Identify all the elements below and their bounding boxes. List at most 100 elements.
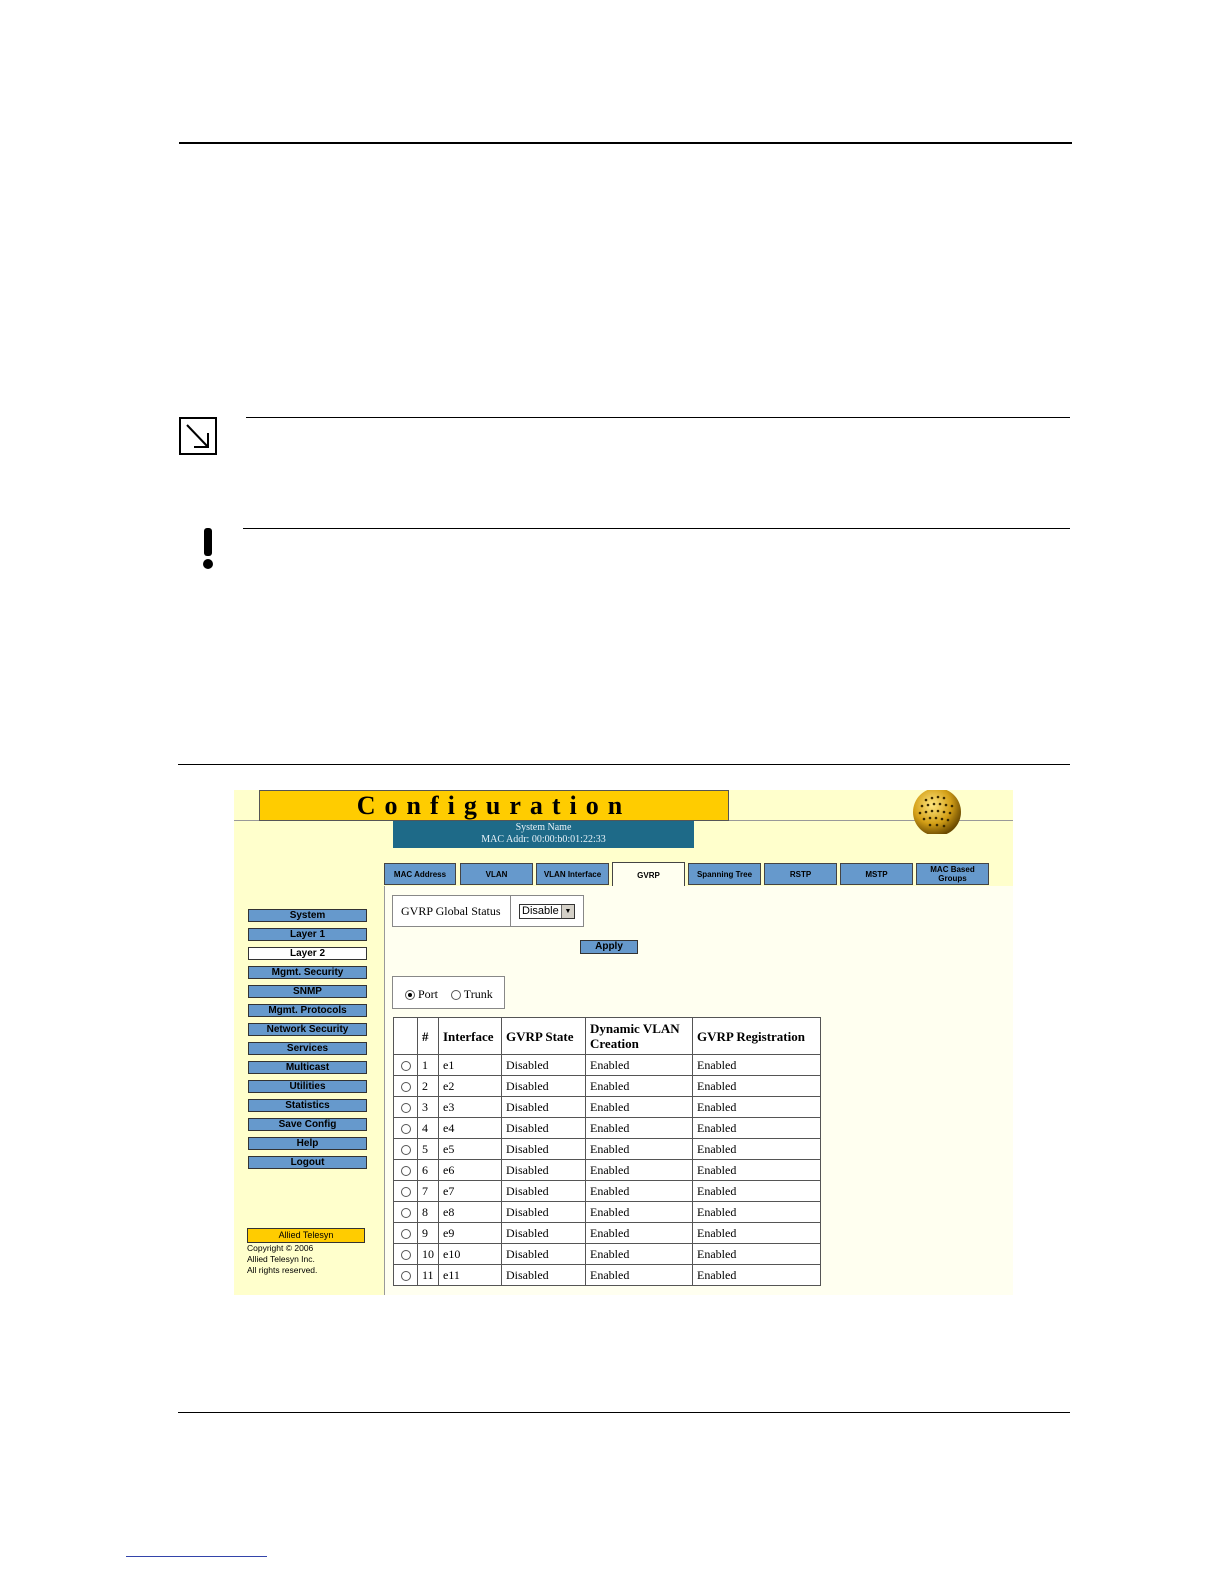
row-select-cell	[393, 1054, 418, 1076]
row-interface: e3	[438, 1096, 502, 1118]
row-gvrp-state: Disabled	[501, 1117, 586, 1139]
sidebar-item-statistics[interactable]: Statistics	[248, 1099, 367, 1112]
header-select	[393, 1017, 418, 1055]
table-row[interactable]: 2 e2 Disabled Enabled Enabled	[393, 1075, 821, 1097]
trunk-label: Trunk	[463, 987, 493, 1001]
row-dynamic-vlan-creation: Enabled	[585, 1054, 693, 1076]
row-interface: e8	[438, 1201, 502, 1223]
sidebar-item-system[interactable]: System	[248, 909, 367, 922]
sidebar-item-mgmt-protocols[interactable]: Mgmt. Protocols	[248, 1004, 367, 1017]
row-number: 5	[417, 1138, 439, 1160]
sidebar-item-layer1[interactable]: Layer 1	[248, 928, 367, 941]
sidebar-item-utilities[interactable]: Utilities	[248, 1080, 367, 1093]
gvrp-global-status-value: Disable	[522, 905, 559, 917]
port-label: Port	[418, 987, 439, 1001]
row-radio[interactable]	[400, 1165, 411, 1176]
tab-gvrp[interactable]: GVRP	[612, 862, 685, 887]
apply-button[interactable]: Apply	[580, 940, 638, 954]
table-row[interactable]: 11 e11 Disabled Enabled Enabled	[393, 1264, 821, 1286]
sidebar-item-multicast[interactable]: Multicast	[248, 1061, 367, 1074]
system-name: System Name	[515, 822, 572, 833]
sidebar-item-snmp[interactable]: SNMP	[248, 985, 367, 998]
row-radio[interactable]	[400, 1060, 411, 1071]
tab-vlan-interface[interactable]: VLAN Interface	[536, 863, 609, 885]
row-radio[interactable]	[400, 1270, 411, 1281]
table-row[interactable]: 3 e3 Disabled Enabled Enabled	[393, 1096, 821, 1118]
table-row[interactable]: 9 e9 Disabled Enabled Enabled	[393, 1222, 821, 1244]
sidebar-item-layer2[interactable]: Layer 2	[248, 947, 367, 960]
bottom-link-underline	[126, 1556, 267, 1557]
row-dynamic-vlan-creation: Enabled	[585, 1117, 693, 1139]
tab-mac-address[interactable]: MAC Address	[384, 863, 456, 885]
row-gvrp-state: Disabled	[501, 1180, 586, 1202]
gvrp-global-status-box: GVRP Global Status Disable ▼	[392, 895, 584, 927]
tab-rstp[interactable]: RSTP	[764, 863, 837, 885]
tab-mstp[interactable]: MSTP	[840, 863, 913, 885]
table-row[interactable]: 7 e7 Disabled Enabled Enabled	[393, 1180, 821, 1202]
system-info-box: System Name MAC Addr: 00:00:b0:01:22:33	[393, 821, 694, 848]
caution-rule	[243, 528, 1070, 529]
row-dynamic-vlan-creation: Enabled	[585, 1201, 693, 1223]
sidebar-item-help[interactable]: Help	[248, 1137, 367, 1150]
table-row[interactable]: 4 e4 Disabled Enabled Enabled	[393, 1117, 821, 1139]
sidebar-item-logout[interactable]: Logout	[248, 1156, 367, 1169]
copyright-line-2: Allied Telesyn Inc.	[247, 1254, 315, 1264]
port-radio[interactable]	[405, 990, 415, 1001]
chevron-down-icon[interactable]: ▼	[561, 905, 574, 918]
row-select-cell	[393, 1159, 418, 1181]
sidebar-item-mgmt-security[interactable]: Mgmt. Security	[248, 966, 367, 979]
header-interface: Interface	[438, 1017, 502, 1055]
header-gvrp-registration: GVRP Registration	[692, 1017, 821, 1055]
port-option[interactable]: Port	[405, 987, 438, 1002]
row-gvrp-state: Disabled	[501, 1138, 586, 1160]
table-row[interactable]: 10 e10 Disabled Enabled Enabled	[393, 1243, 821, 1265]
row-gvrp-registration: Enabled	[692, 1264, 821, 1286]
row-gvrp-registration: Enabled	[692, 1222, 821, 1244]
row-select-cell	[393, 1075, 418, 1097]
row-radio[interactable]	[400, 1144, 411, 1155]
row-radio[interactable]	[400, 1123, 411, 1134]
gvrp-global-status-label: GVRP Global Status	[401, 904, 501, 918]
trunk-option[interactable]: Trunk	[451, 987, 493, 1002]
row-dynamic-vlan-creation: Enabled	[585, 1138, 693, 1160]
row-gvrp-state: Disabled	[501, 1054, 586, 1076]
divider	[510, 896, 511, 926]
row-number: 1	[417, 1054, 439, 1076]
gvrp-screenshot: Configuration System Name MAC Addr: 00:0…	[234, 790, 1013, 1295]
row-select-cell	[393, 1117, 418, 1139]
row-interface: e11	[438, 1264, 502, 1286]
table-row[interactable]: 5 e5 Disabled Enabled Enabled	[393, 1138, 821, 1160]
tab-vlan[interactable]: VLAN	[460, 863, 533, 885]
row-select-cell	[393, 1243, 418, 1265]
table-row[interactable]: 1 e1 Disabled Enabled Enabled	[393, 1054, 821, 1076]
row-gvrp-state: Disabled	[501, 1159, 586, 1181]
note-icon	[179, 417, 217, 455]
row-gvrp-state: Disabled	[501, 1222, 586, 1244]
trunk-radio[interactable]	[451, 990, 461, 1001]
row-gvrp-state: Disabled	[501, 1201, 586, 1223]
table-row[interactable]: 6 e6 Disabled Enabled Enabled	[393, 1159, 821, 1181]
table-row[interactable]: 8 e8 Disabled Enabled Enabled	[393, 1201, 821, 1223]
row-radio[interactable]	[400, 1186, 411, 1197]
row-radio[interactable]	[400, 1081, 411, 1092]
row-interface: e5	[438, 1138, 502, 1160]
tab-spanning-tree[interactable]: Spanning Tree	[688, 863, 761, 885]
row-dynamic-vlan-creation: Enabled	[585, 1243, 693, 1265]
header-number: #	[417, 1017, 439, 1055]
row-number: 8	[417, 1201, 439, 1223]
sidebar-item-network-security[interactable]: Network Security	[248, 1023, 367, 1036]
tab-mac-based-groups[interactable]: MAC Based Groups	[916, 863, 989, 885]
row-select-cell	[393, 1180, 418, 1202]
row-gvrp-registration: Enabled	[692, 1180, 821, 1202]
gvrp-table: # Interface GVRP State Dynamic VLAN Crea…	[393, 1017, 821, 1286]
sidebar-item-save-config[interactable]: Save Config	[248, 1118, 367, 1131]
row-radio[interactable]	[400, 1207, 411, 1218]
gvrp-global-status-select[interactable]: Disable ▼	[519, 904, 575, 919]
row-radio[interactable]	[400, 1102, 411, 1113]
row-interface: e2	[438, 1075, 502, 1097]
row-number: 11	[417, 1264, 439, 1286]
row-radio[interactable]	[400, 1249, 411, 1260]
sidebar-item-services[interactable]: Services	[248, 1042, 367, 1055]
row-radio[interactable]	[400, 1228, 411, 1239]
note-rule	[246, 417, 1070, 418]
